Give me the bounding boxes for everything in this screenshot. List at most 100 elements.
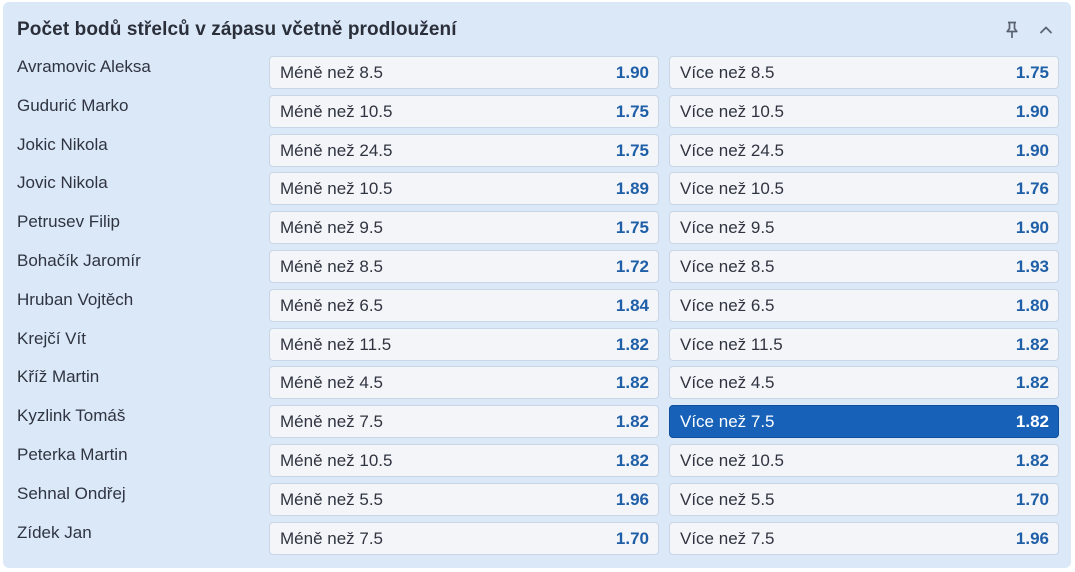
over-odds-button[interactable]: Více než 5.5 1.70 [669, 482, 1059, 516]
player-row: Petrusev Filip Méně než 9.5 1.75 Více než 9… [3, 211, 1071, 245]
player-row: Kříž Martin Méně než 4.5 1.82 Více než 4.5 1… [3, 366, 1071, 400]
over-odds-button[interactable]: Více než 10.5 1.76 [669, 172, 1059, 206]
player-name: Kříž Martin [17, 367, 100, 387]
over-odds-value: 1.82 [1015, 451, 1049, 470]
under-odds-value: 1.75 [615, 218, 649, 238]
over-odds-button[interactable]: Více než 24.5 1.90 [669, 133, 1059, 167]
over-odds-button[interactable]: Více než 10.5 1.82 [669, 444, 1059, 477]
over-odds-value: 1.76 [1015, 179, 1049, 199]
over-odds-button[interactable]: Více než 8.5 1.93 [669, 250, 1059, 283]
over-label: Více než 5.5 [680, 489, 775, 509]
under-odds-button[interactable]: Méně než 8.5 1.72 [269, 250, 659, 283]
player-name: Kyzlink Tomáš [17, 406, 126, 426]
under-odds-button[interactable]: Méně než 10.5 1.82 [269, 444, 659, 477]
over-label: Více než 8.5 [680, 257, 775, 276]
over-odds-value: 1.90 [1015, 218, 1049, 238]
over-odds-value: 1.70 [1015, 489, 1049, 509]
over-label: Více než 11.5 [680, 334, 783, 354]
over-odds-value: 1.93 [1015, 257, 1049, 276]
over-label: Více než 10.5 [680, 451, 784, 470]
over-odds-button[interactable]: Více než 11.5 1.82 [669, 327, 1059, 361]
under-label: Méně než 6.5 [280, 295, 384, 315]
player-name: Petrusev Filip [17, 212, 120, 232]
under-odds-button[interactable]: Méně než 6.5 1.84 [269, 288, 659, 322]
under-label: Méně než 10.5 [280, 451, 393, 470]
market-panel: Počet bodů střelců v zápasu včetně prodl… [3, 2, 1071, 568]
player-name: Sehnal Ondřej [17, 483, 126, 503]
over-odds-value: 1.80 [1015, 295, 1049, 315]
under-label: Méně než 7.5 [280, 528, 384, 548]
under-odds-value: 1.82 [615, 412, 649, 432]
player-row: Jovic Nikola Méně než 10.5 1.89 Více než 10… [3, 172, 1071, 206]
over-label: Více než 10.5 [680, 101, 784, 121]
under-odds-button[interactable]: Méně než 7.5 1.70 [269, 521, 659, 555]
over-odds-value: 1.96 [1015, 528, 1049, 548]
under-odds-value: 1.90 [615, 63, 649, 82]
over-odds-button[interactable]: Více než 7.5 1.96 [669, 521, 1059, 555]
under-odds-button[interactable]: Méně než 10.5 1.89 [269, 172, 659, 206]
over-odds-button[interactable]: Více než 10.5 1.90 [669, 94, 1059, 128]
player-name: Gudurić Marko [17, 95, 129, 115]
player-row: Bohačík Jaromír Méně než 8.5 1.72 Více než … [3, 250, 1071, 283]
under-odds-button[interactable]: Méně než 8.5 1.90 [269, 56, 659, 89]
pin-icon[interactable] [1001, 19, 1023, 41]
over-label: Více než 24.5 [680, 140, 784, 160]
over-odds-button[interactable]: Více než 6.5 1.80 [669, 288, 1059, 322]
market-title: Počet bodů střelců v zápasu včetně prodl… [17, 19, 457, 40]
over-odds-value: 1.90 [1015, 140, 1049, 160]
over-label: Více než 8.5 [680, 63, 775, 82]
chevron-up-icon[interactable] [1035, 19, 1057, 41]
player-row: Gudurić Marko Méně než 10.5 1.75 Více než 1… [3, 94, 1071, 128]
player-name: Jovic Nikola [17, 173, 108, 193]
over-odds-button[interactable]: Více než 7.5 1.82 [669, 405, 1059, 439]
player-name: Hruban Vojtěch [17, 289, 134, 309]
over-label: Více než 7.5 [680, 528, 775, 548]
under-odds-value: 1.75 [615, 101, 649, 121]
under-odds-button[interactable]: Méně než 9.5 1.75 [269, 211, 659, 245]
under-odds-button[interactable]: Méně než 24.5 1.75 [269, 133, 659, 167]
over-odds-button[interactable]: Více než 4.5 1.82 [669, 366, 1059, 400]
player-row: Kyzlink Tomáš Méně než 7.5 1.82 Více než 7.… [3, 405, 1071, 439]
under-label: Méně než 8.5 [280, 257, 384, 276]
under-label: Méně než 4.5 [280, 373, 384, 393]
player-name: Jokic Nikola [17, 134, 108, 154]
under-odds-button[interactable]: Méně než 7.5 1.82 [269, 405, 659, 439]
player-row: Jokic Nikola Méně než 24.5 1.75 Více než 24… [3, 133, 1071, 167]
player-name: Krejčí Vít [17, 328, 86, 348]
over-odds-button[interactable]: Více než 9.5 1.90 [669, 211, 1059, 245]
over-label: Více než 4.5 [680, 373, 775, 393]
player-row: Avramovic Aleksa Méně než 8.5 1.90 Více než… [3, 56, 1071, 89]
over-label: Více než 7.5 [680, 412, 775, 432]
player-name: Peterka Martin [17, 445, 128, 464]
over-label: Více než 9.5 [680, 218, 775, 238]
player-name: Zídek Jan [17, 522, 92, 542]
under-label: Méně než 9.5 [280, 218, 384, 238]
under-odds-value: 1.75 [615, 140, 649, 160]
player-row: Peterka Martin Méně než 10.5 1.82 Více než … [3, 444, 1071, 477]
over-odds-value: 1.82 [1015, 373, 1049, 393]
under-label: Méně než 7.5 [280, 412, 384, 432]
over-label: Více než 6.5 [680, 295, 775, 315]
under-odds-button[interactable]: Méně než 10.5 1.75 [269, 94, 659, 128]
under-label: Méně než 10.5 [280, 101, 393, 121]
over-odds-button[interactable]: Více než 8.5 1.75 [669, 56, 1059, 89]
under-odds-button[interactable]: Méně než 5.5 1.96 [269, 482, 659, 516]
over-label: Více než 10.5 [680, 179, 784, 199]
over-odds-value: 1.82 [1015, 334, 1049, 354]
over-odds-value: 1.90 [1015, 101, 1049, 121]
under-odds-button[interactable]: Méně než 4.5 1.82 [269, 366, 659, 400]
player-row: Krejčí Vít Méně než 11.5 1.82 Více než 11.5… [3, 327, 1071, 361]
under-odds-value: 1.82 [615, 334, 649, 354]
under-label: Méně než 10.5 [280, 179, 393, 199]
market-header[interactable]: Počet bodů střelců v zápasu včetně prodl… [3, 2, 1071, 56]
under-odds-button[interactable]: Méně než 11.5 1.82 [269, 327, 659, 361]
under-label: Méně než 11.5 [280, 334, 392, 354]
under-label: Méně než 24.5 [280, 140, 393, 160]
under-label: Méně než 5.5 [280, 489, 384, 509]
under-odds-value: 1.82 [615, 373, 649, 393]
player-name: Bohačík Jaromír [17, 251, 141, 270]
under-odds-value: 1.96 [615, 489, 649, 509]
under-odds-value: 1.84 [615, 295, 649, 315]
under-odds-value: 1.89 [615, 179, 649, 199]
over-odds-value: 1.75 [1015, 63, 1049, 82]
